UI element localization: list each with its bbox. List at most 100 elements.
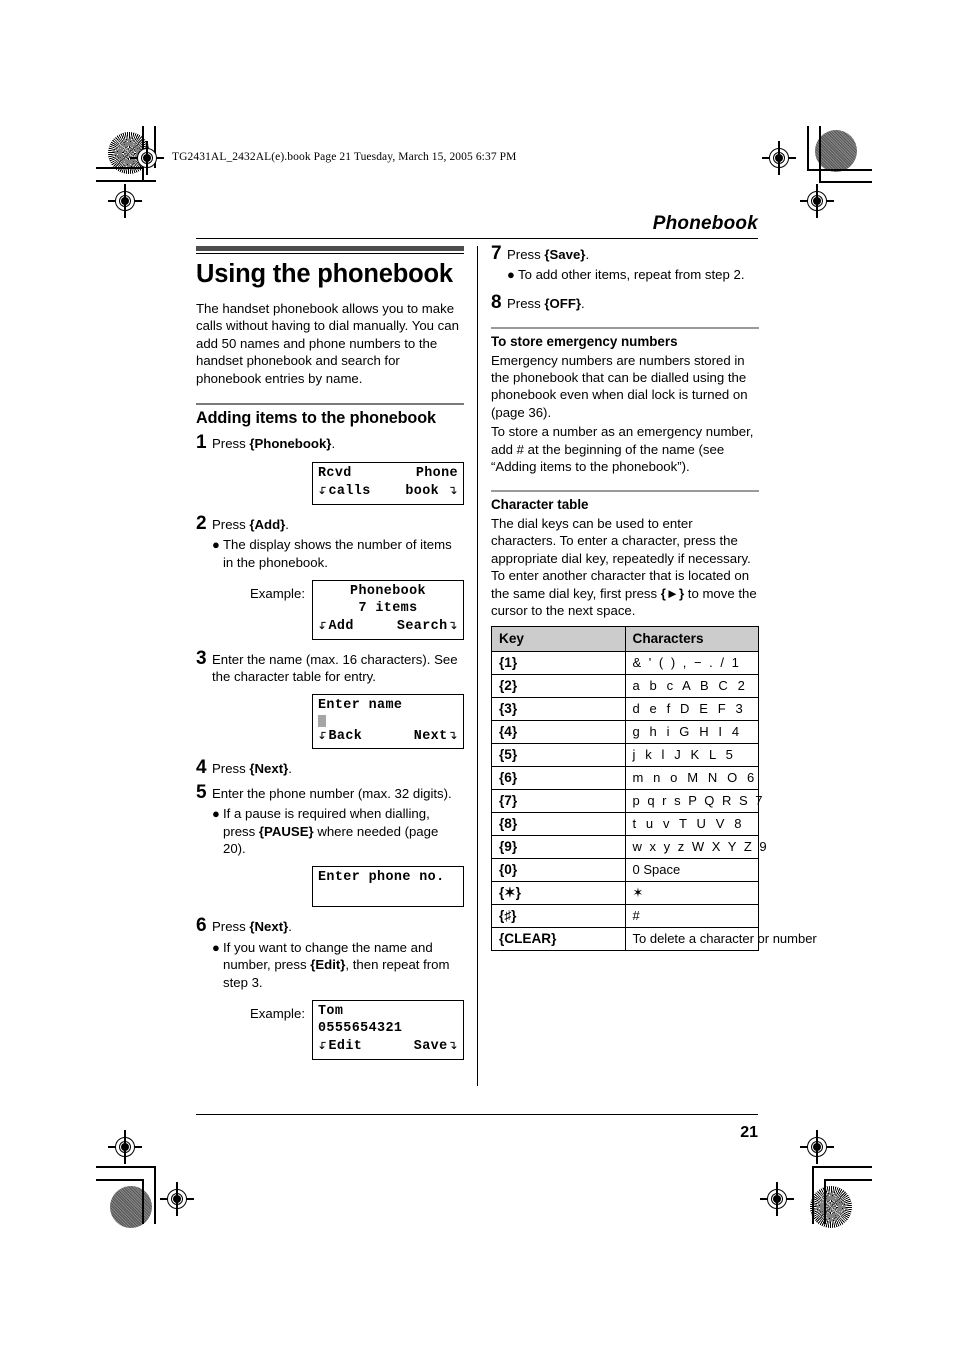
character-table-intro-key: {►} bbox=[660, 585, 685, 601]
character-table-key-cell: {4} bbox=[491, 720, 626, 745]
lcd1-line1-right: Phone bbox=[415, 465, 458, 481]
lcd5-line1: Tom bbox=[318, 1004, 344, 1020]
step-5-text: Enter the phone number (max. 32 digits). bbox=[212, 785, 452, 801]
step-4-post: . bbox=[288, 761, 292, 777]
crop-corner-top-right bbox=[752, 126, 872, 196]
step-5-number: 5 bbox=[196, 781, 207, 803]
step-2-key: {Add} bbox=[249, 516, 286, 532]
character-table-characters-cell: g h i G H I 4 bbox=[624, 720, 759, 745]
halftone-circle-top-right bbox=[815, 130, 857, 172]
character-table-key-cell: {6} bbox=[491, 766, 626, 791]
step-6-pre: Press bbox=[212, 919, 250, 935]
column-divider bbox=[477, 246, 479, 1086]
table-row: {5} j k l J K L 5 bbox=[491, 743, 759, 768]
lcd-screen-1-wrap: Rcvd Phone ↴calls book ↴ bbox=[196, 461, 464, 505]
character-table-header-characters: Characters bbox=[624, 626, 759, 653]
lcd3-line2 bbox=[318, 714, 458, 727]
character-table-characters-cell: m n o M N O 6 bbox=[624, 766, 759, 791]
step-6-number: 6 bbox=[196, 915, 207, 937]
lcd3-line3-left: ↴Back bbox=[318, 727, 363, 744]
step-6-bullet-key: {Edit} bbox=[310, 957, 346, 973]
lcd3-line3-right: Next↴ bbox=[413, 727, 458, 744]
lcd5-line3-right: Save↴ bbox=[413, 1038, 458, 1055]
character-table-key-cell: {2} bbox=[491, 674, 626, 699]
lcd4-line1: Enter phone no. bbox=[318, 870, 445, 886]
soft-key-arrow-right-icon: ↴ bbox=[447, 483, 458, 498]
lcd1-line2-right: book ↴ bbox=[405, 483, 458, 500]
page-header-title: Phonebook bbox=[652, 213, 758, 234]
registration-mark-right-lower bbox=[800, 1130, 834, 1164]
step-7-bullet: ● To add other items, repeat from step 2… bbox=[507, 266, 759, 283]
bullet-dot-icon: ● bbox=[212, 537, 220, 553]
step-4: 4 Press {Next}. bbox=[196, 758, 464, 777]
character-table-characters-cell: j k l J K L 5 bbox=[624, 743, 759, 768]
character-table-key-cell: {✶} bbox=[491, 881, 626, 906]
example-label-1: Example: bbox=[250, 586, 305, 602]
soft-key-arrow-right-icon: ↴ bbox=[447, 1038, 458, 1053]
lcd4-line2 bbox=[318, 887, 458, 904]
registration-mark-bottom-right bbox=[760, 1182, 794, 1216]
header-divider bbox=[196, 238, 758, 240]
step-1-key: {Phonebook} bbox=[249, 436, 332, 452]
step-7: 7 Press {Save}. bbox=[491, 243, 759, 264]
step-4-pre: Press bbox=[212, 761, 250, 777]
page-number: 21 bbox=[740, 1124, 758, 1141]
registration-mark-bottom-left bbox=[160, 1182, 194, 1216]
character-table-heading: Character table bbox=[491, 497, 589, 513]
character-table-header-row: Key Characters bbox=[491, 626, 759, 653]
step-8-number: 8 bbox=[491, 291, 502, 313]
soft-key-arrow-left-icon: ↴ bbox=[318, 483, 329, 498]
halftone-circle-top-left bbox=[108, 132, 150, 174]
emergency-heading: To store emergency numbers bbox=[491, 334, 678, 350]
step-7-bullet-text: To add other items, repeat from step 2. bbox=[518, 267, 745, 283]
emergency-paragraph-2: To store a number as an emergency number… bbox=[491, 424, 754, 475]
step-6-text: Press {Next}. bbox=[212, 918, 464, 935]
step-3: 3 Enter the name (max. 16 characters). S… bbox=[196, 649, 464, 686]
table-row: {8} t u v T U V 8 bbox=[491, 812, 759, 837]
lcd2-line3-left: ↴Add bbox=[318, 618, 354, 635]
character-table-characters-cell: a b c A B C 2 bbox=[624, 674, 759, 699]
character-table-key-cell: {CLEAR} bbox=[491, 927, 626, 952]
step-2-text: Press {Add}. bbox=[212, 516, 464, 533]
step-7-post: . bbox=[585, 247, 590, 262]
lcd2-line2: 7 items bbox=[358, 600, 418, 616]
character-table-key-cell: {9} bbox=[491, 835, 626, 860]
character-table-intro: The dial keys can be used to enter chara… bbox=[491, 515, 759, 619]
halftone-circle-bottom-left bbox=[110, 1186, 152, 1228]
example-label-2: Example: bbox=[250, 1006, 305, 1022]
character-table-section-rule bbox=[491, 490, 759, 493]
soft-key-arrow-left-icon: ↴ bbox=[318, 618, 329, 633]
crop-corner-bottom-left bbox=[96, 1166, 216, 1246]
table-row: {6} m n o M N O 6 bbox=[491, 766, 759, 791]
step-8-pre: Press bbox=[507, 295, 545, 311]
table-row: {7} p q r s P Q R S 7 bbox=[491, 789, 763, 814]
emergency-paragraph-1: Emergency numbers are numbers stored in … bbox=[491, 352, 748, 420]
step-7-text: Press {Save}. bbox=[507, 246, 759, 263]
soft-key-arrow-right-icon: ↴ bbox=[447, 727, 458, 742]
lcd-screen-3-wrap: Enter name ↴Back Next↴ bbox=[196, 694, 464, 750]
lcd5-line2: 0555654321 bbox=[318, 1020, 403, 1036]
title-rule bbox=[196, 246, 464, 254]
step-5-bullet-key: {PAUSE} bbox=[258, 823, 314, 839]
table-row: {CLEAR} To delete a character or number bbox=[491, 927, 817, 952]
lcd-screen-2-wrap: Example: Phonebook 7 items ↴Add Search↴ bbox=[196, 580, 464, 640]
step-8-post: . bbox=[581, 295, 585, 311]
character-table-key-cell: {♯} bbox=[491, 904, 626, 929]
step-2-bullet: ● The display shows the number of items … bbox=[212, 536, 464, 571]
step-1: 1 Press {Phonebook}. bbox=[196, 433, 464, 452]
character-table-body: {1} & ' ( ) , − . / 1 {2} a b c A B C 2 {3} d… bbox=[491, 651, 817, 952]
character-table-header-key: Key bbox=[491, 626, 626, 653]
step-3-text: Enter the name (max. 16 characters). See… bbox=[212, 651, 458, 684]
step-6-bullet-text: If you want to change the name and numbe… bbox=[223, 939, 464, 991]
intro-paragraph: The handset phonebook allows you to make… bbox=[196, 301, 459, 386]
table-row: {4} g h i G H I 4 bbox=[491, 720, 759, 745]
step-6-bullet: ● If you want to change the name and num… bbox=[212, 939, 464, 991]
step-2-number: 2 bbox=[196, 512, 207, 534]
step-2-bullet-text: The display shows the number of items in… bbox=[223, 537, 452, 570]
page-title: Using the phonebook bbox=[196, 260, 453, 288]
lcd-screen-5: Tom 0555654321 ↴Edit Save↴ bbox=[312, 1000, 464, 1060]
step-1-text: Press {Phonebook}. bbox=[212, 435, 464, 452]
step-7-number: 7 bbox=[491, 243, 502, 264]
character-table: Key Characters {1} & ' ( ) , − . / 1 {2} a … bbox=[491, 626, 817, 952]
soft-key-arrow-left-icon: ↴ bbox=[318, 727, 329, 742]
